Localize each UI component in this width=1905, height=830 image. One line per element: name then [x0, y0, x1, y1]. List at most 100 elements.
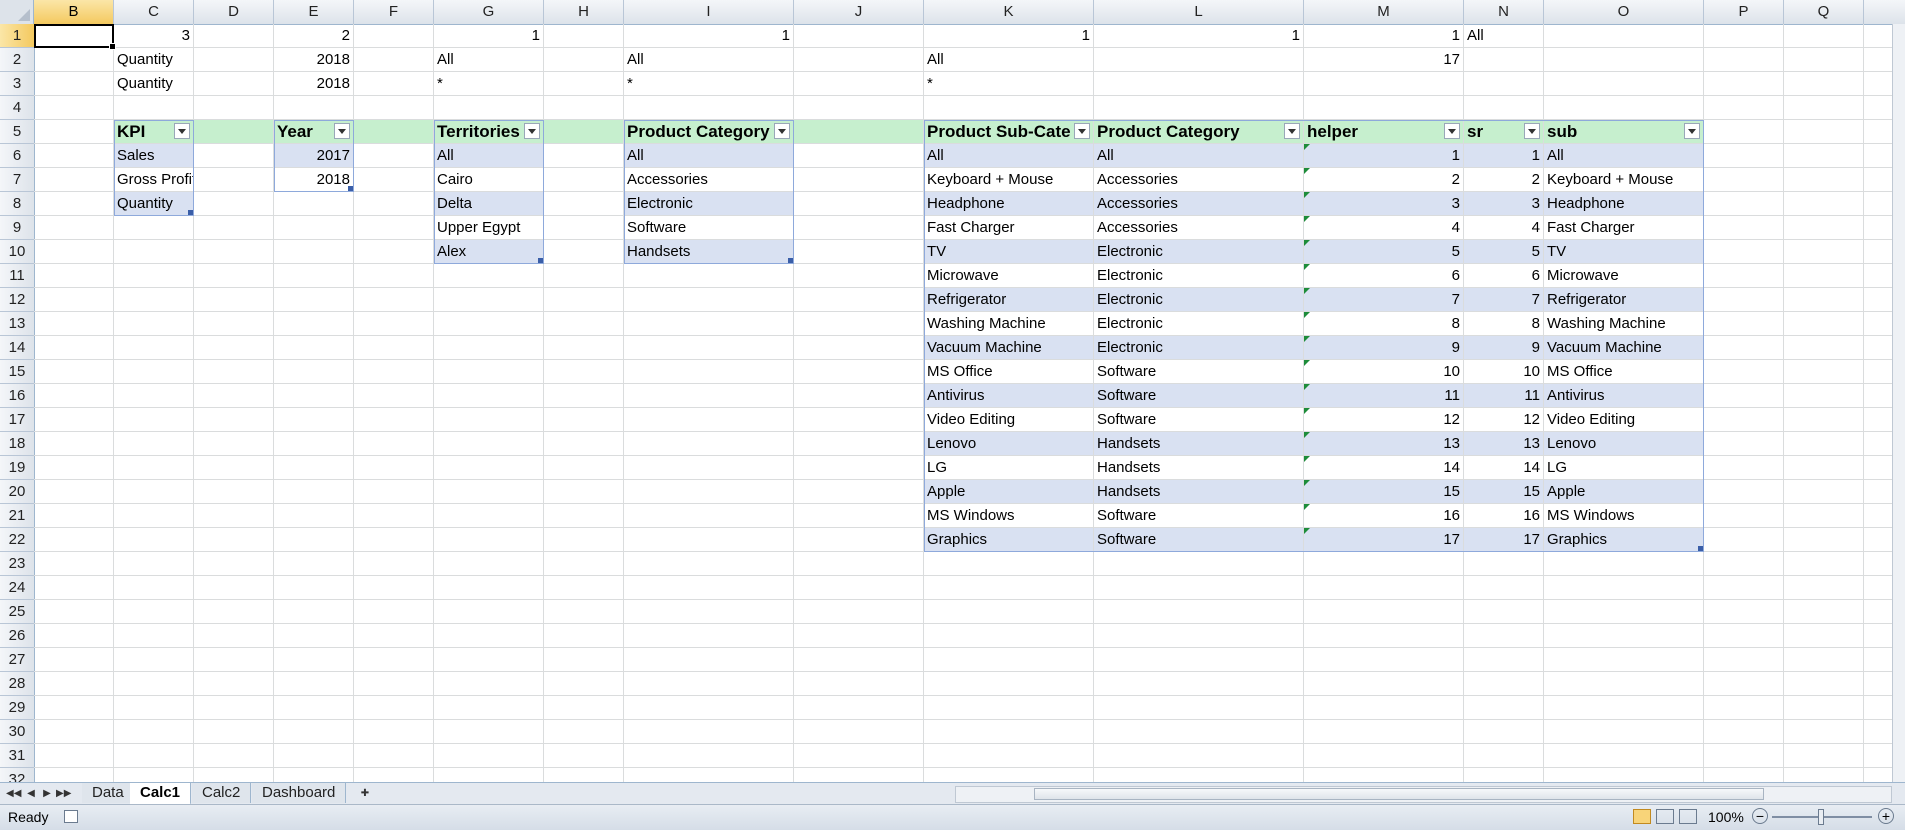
- table-resize-handle[interactable]: [788, 258, 793, 263]
- column-header-b[interactable]: B: [34, 0, 114, 24]
- row-header-21[interactable]: 21: [0, 504, 34, 528]
- sub-table-cell[interactable]: Accessories: [1094, 168, 1303, 191]
- sub-table-cell[interactable]: 2: [1464, 168, 1543, 191]
- sub-table-cell[interactable]: 10: [1464, 360, 1543, 383]
- sub-table-cell[interactable]: All: [1094, 144, 1303, 167]
- row-header-12[interactable]: 12: [0, 288, 34, 312]
- row-header-7[interactable]: 7: [0, 168, 34, 192]
- cell-i3[interactable]: *: [624, 72, 793, 95]
- cell-i2[interactable]: All: [624, 48, 793, 71]
- sub-table-cell[interactable]: 11: [1464, 384, 1543, 407]
- page-layout-view-icon[interactable]: [1656, 809, 1674, 824]
- sub-table-cell[interactable]: Software: [1094, 408, 1303, 431]
- sub-table-cell[interactable]: Accessories: [1094, 192, 1303, 215]
- sub-table-cell[interactable]: 10: [1304, 360, 1463, 383]
- sub-table-cell[interactable]: 15: [1464, 480, 1543, 503]
- row-header-8[interactable]: 8: [0, 192, 34, 216]
- sub-table-cell[interactable]: TV: [1544, 240, 1703, 263]
- filter-dropdown-icon[interactable]: [1284, 123, 1300, 139]
- sub-table-cell[interactable]: Apple: [1544, 480, 1703, 503]
- prev-sheet-icon[interactable]: ◀: [24, 786, 38, 802]
- next-sheet-icon[interactable]: ▶: [40, 786, 54, 802]
- column-header-c[interactable]: C: [114, 0, 194, 24]
- filter-dropdown-icon[interactable]: [1684, 123, 1700, 139]
- sub-table-header[interactable]: sub: [1544, 120, 1703, 143]
- sub-table-cell[interactable]: 16: [1464, 504, 1543, 527]
- cell-e1[interactable]: 2: [274, 24, 353, 47]
- sub-table-cell[interactable]: Vacuum Machine: [924, 336, 1093, 359]
- column-header-j[interactable]: J: [794, 0, 924, 24]
- zoom-in-icon[interactable]: +: [1878, 808, 1894, 824]
- sub-table-cell[interactable]: 12: [1304, 408, 1463, 431]
- sub-table-cell[interactable]: Video Editing: [924, 408, 1093, 431]
- year-table-item[interactable]: 2017: [274, 144, 353, 167]
- sub-table-cell[interactable]: Electronic: [1094, 336, 1303, 359]
- vertical-scrollbar[interactable]: [1892, 24, 1905, 782]
- sub-table-cell[interactable]: Antivirus: [1544, 384, 1703, 407]
- sub-table-cell[interactable]: Keyboard + Mouse: [1544, 168, 1703, 191]
- territories-table-item[interactable]: Upper Egypt: [434, 216, 543, 239]
- sub-table-cell[interactable]: Electronic: [1094, 240, 1303, 263]
- sub-table-cell[interactable]: 13: [1304, 432, 1463, 455]
- macro-record-icon[interactable]: [64, 810, 78, 823]
- category-table-item[interactable]: Handsets: [624, 240, 793, 263]
- sub-table-cell[interactable]: 9: [1464, 336, 1543, 359]
- cell-g2[interactable]: All: [434, 48, 543, 71]
- zoom-slider-thumb[interactable]: [1818, 809, 1824, 825]
- sub-table-cell[interactable]: Washing Machine: [1544, 312, 1703, 335]
- sub-table-cell[interactable]: Antivirus: [924, 384, 1093, 407]
- row-header-25[interactable]: 25: [0, 600, 34, 624]
- active-cell-b1[interactable]: [34, 24, 116, 50]
- sub-table-header[interactable]: Product Sub-Cate: [924, 120, 1093, 143]
- cell-c2[interactable]: Quantity: [114, 48, 193, 71]
- row-header-29[interactable]: 29: [0, 696, 34, 720]
- sub-table-cell[interactable]: Lenovo: [924, 432, 1093, 455]
- filter-dropdown-icon[interactable]: [1074, 123, 1090, 139]
- filter-dropdown-icon[interactable]: [174, 123, 190, 139]
- filter-dropdown-icon[interactable]: [1524, 123, 1540, 139]
- sub-table-cell[interactable]: 12: [1464, 408, 1543, 431]
- cell-g1[interactable]: 1: [434, 24, 543, 47]
- row-header-9[interactable]: 9: [0, 216, 34, 240]
- sub-table-cell[interactable]: LG: [924, 456, 1093, 479]
- table-resize-handle[interactable]: [1698, 546, 1703, 551]
- sub-table-cell[interactable]: Electronic: [1094, 264, 1303, 287]
- category-table-item[interactable]: All: [624, 144, 793, 167]
- sub-table-cell[interactable]: Microwave: [1544, 264, 1703, 287]
- column-header-o[interactable]: O: [1544, 0, 1704, 24]
- sub-table-cell[interactable]: 5: [1464, 240, 1543, 263]
- row-header-23[interactable]: 23: [0, 552, 34, 576]
- sheet-tab-data[interactable]: Data: [82, 783, 135, 803]
- sub-table-cell[interactable]: Graphics: [924, 528, 1093, 551]
- sub-table-cell[interactable]: Software: [1094, 504, 1303, 527]
- column-header-d[interactable]: D: [194, 0, 274, 24]
- row-header-20[interactable]: 20: [0, 480, 34, 504]
- sub-table-cell[interactable]: Video Editing: [1544, 408, 1703, 431]
- year-table-item[interactable]: 2018: [274, 168, 353, 191]
- cell-grid[interactable]: 3 2 1 1 1 1 1 All Quantity 2018 All All All 17 Quantit…: [34, 24, 1905, 782]
- table-resize-handle[interactable]: [538, 258, 543, 263]
- sub-table-cell[interactable]: Vacuum Machine: [1544, 336, 1703, 359]
- row-header-16[interactable]: 16: [0, 384, 34, 408]
- sheet-tab-calc1[interactable]: Calc1: [130, 783, 192, 805]
- last-sheet-icon[interactable]: ▶▶: [56, 786, 71, 802]
- sub-table-cell[interactable]: Handsets: [1094, 456, 1303, 479]
- sub-table-cell[interactable]: 5: [1304, 240, 1463, 263]
- sub-table-cell[interactable]: 7: [1464, 288, 1543, 311]
- kpi-table-item[interactable]: Sales: [114, 144, 193, 167]
- sub-table-cell[interactable]: All: [924, 144, 1093, 167]
- sub-table-cell[interactable]: Software: [1094, 360, 1303, 383]
- row-header-22[interactable]: 22: [0, 528, 34, 552]
- cell-k3[interactable]: *: [924, 72, 1093, 95]
- filter-dropdown-icon[interactable]: [334, 123, 350, 139]
- sub-table-cell[interactable]: MS Windows: [1544, 504, 1703, 527]
- sub-table-cell[interactable]: 15: [1304, 480, 1463, 503]
- column-header-m[interactable]: M: [1304, 0, 1464, 24]
- row-header-31[interactable]: 31: [0, 744, 34, 768]
- row-header-17[interactable]: 17: [0, 408, 34, 432]
- column-header-l[interactable]: L: [1094, 0, 1304, 24]
- cell-m1[interactable]: 1: [1304, 24, 1463, 47]
- cell-c3[interactable]: Quantity: [114, 72, 193, 95]
- sub-table-header[interactable]: helper: [1304, 120, 1463, 143]
- cell-l1[interactable]: 1: [1094, 24, 1303, 47]
